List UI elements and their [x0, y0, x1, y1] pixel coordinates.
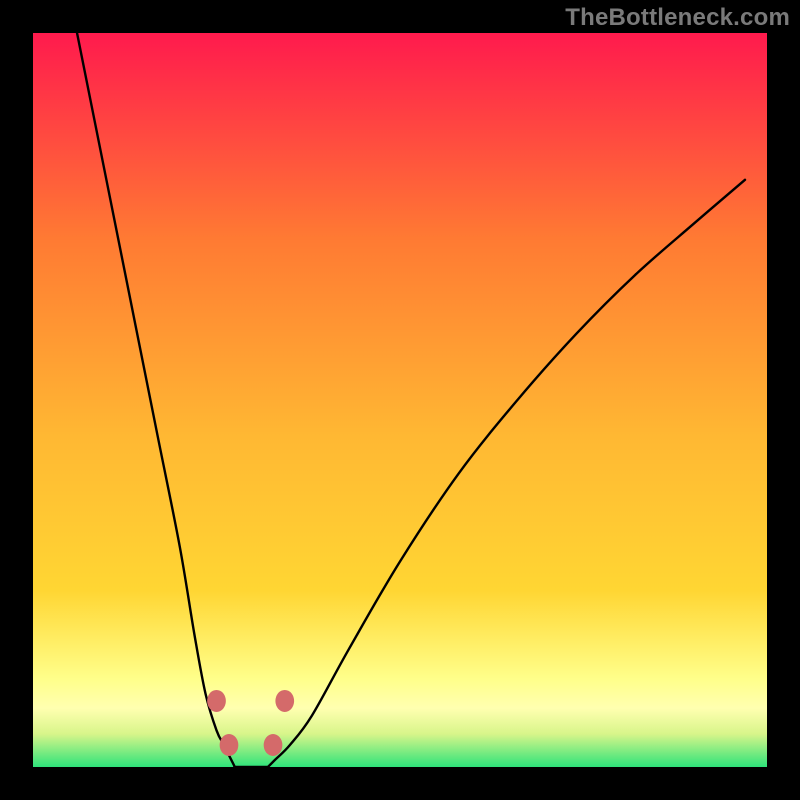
- marker-right-lower: [264, 734, 283, 756]
- stage: TheBottleneck.com: [0, 0, 800, 800]
- marker-left-lower: [220, 734, 239, 756]
- marker-right-upper: [275, 690, 294, 712]
- attribution-watermark: TheBottleneck.com: [565, 4, 790, 32]
- plot-svg: [0, 0, 800, 800]
- marker-left-upper: [207, 690, 226, 712]
- plot-area: [33, 33, 767, 767]
